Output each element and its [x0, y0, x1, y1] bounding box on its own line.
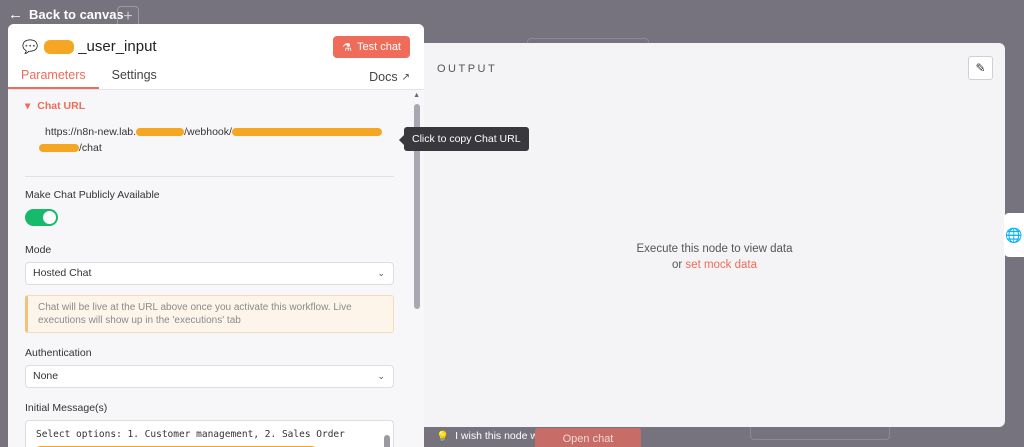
chevron-down-icon: ⌄ [377, 268, 385, 278]
chat-url-value[interactable]: https://n8n-new.lab. /webhook/ /chat [25, 124, 394, 156]
initial-message-text: Select options: 1. Customer management, … [36, 429, 345, 440]
side-tab[interactable]: 🌐 [1004, 213, 1024, 257]
external-link-icon: ↗ [401, 71, 410, 83]
divider [25, 176, 394, 177]
toggle-knob [43, 211, 56, 224]
textarea-scrollbar[interactable] [384, 435, 390, 447]
output-panel: OUTPUT ✎ Execute this node to view data … [424, 43, 1005, 427]
panel-tabs: Parameters Settings [8, 63, 424, 89]
mode-select[interactable]: Hosted Chat ⌄ [25, 262, 394, 285]
panel-header: 💬 _user_input ⚗ Test chat Parameters Set… [8, 24, 424, 90]
copy-url-tooltip: Click to copy Chat URL [399, 127, 529, 151]
output-label: OUTPUT [437, 63, 498, 75]
chevron-down-icon: ▾ [25, 100, 31, 112]
open-chat-button[interactable]: Open chat [535, 428, 641, 447]
authentication-label: Authentication [25, 347, 92, 359]
authentication-select[interactable]: None ⌄ [25, 365, 394, 388]
redaction-mark [231, 128, 382, 137]
initial-message-textarea[interactable]: Select options: 1. Customer management, … [25, 420, 394, 447]
parameters-body: ▾ Chat URL https://n8n-new.lab. /webhook/… [8, 90, 424, 447]
mode-label: Mode [25, 244, 52, 256]
empty-output-line: Execute this node to view data [636, 243, 793, 255]
docs-label: Docs [369, 70, 398, 84]
node-title-text[interactable]: _user_input [78, 38, 156, 55]
chevron-down-icon: ⌄ [377, 371, 385, 381]
docs-link[interactable]: Docs ↗ [369, 70, 410, 84]
chat-url-suffix: /chat [79, 142, 102, 154]
activation-notice: Chat will be live at the URL above once … [25, 295, 394, 333]
chat-url-section-label: Chat URL [37, 100, 86, 112]
arrow-left-icon: ← [8, 6, 23, 23]
public-chat-label: Make Chat Publicly Available [25, 189, 160, 201]
test-chat-label: Test chat [356, 41, 401, 53]
public-chat-toggle[interactable] [25, 209, 58, 226]
empty-output-message: Execute this node to view data or set mo… [424, 241, 1005, 273]
tab-parameters[interactable]: Parameters [8, 63, 99, 89]
redaction-mark [39, 144, 79, 153]
flask-icon: ⚗ [342, 41, 352, 54]
mode-select-value: Hosted Chat [33, 267, 92, 279]
chat-url-middle: /webhook/ [184, 126, 232, 138]
authentication-select-value: None [33, 370, 59, 382]
empty-output-or: or [671, 259, 683, 271]
back-to-canvas-link[interactable]: ← Back to canvas [8, 6, 124, 23]
globe-icon: 🌐 [1005, 226, 1023, 243]
lightbulb-icon: 💡 [436, 431, 450, 443]
node-parameters-panel: 💬 _user_input ⚗ Test chat Parameters Set… [8, 24, 424, 447]
scroll-up-arrow-icon[interactable]: ▲ [413, 92, 420, 99]
redaction-mark [44, 39, 75, 54]
chat-url-prefix: https://n8n-new.lab. [45, 126, 137, 138]
initial-message-label: Initial Message(s) [25, 402, 108, 414]
edit-output-button[interactable]: ✎ [968, 56, 993, 80]
tab-settings[interactable]: Settings [99, 63, 170, 89]
node-title[interactable]: 💬 _user_input [22, 38, 157, 55]
set-mock-data-link[interactable]: set mock data [685, 259, 757, 271]
back-to-canvas-label: Back to canvas [29, 7, 124, 22]
pencil-icon: ✎ [975, 61, 986, 75]
chat-url-section-toggle[interactable]: ▾ Chat URL [25, 100, 394, 112]
redaction-mark [136, 128, 185, 137]
chat-bubbles-icon: 💬 [22, 38, 39, 54]
test-chat-button[interactable]: ⚗ Test chat [333, 36, 410, 58]
